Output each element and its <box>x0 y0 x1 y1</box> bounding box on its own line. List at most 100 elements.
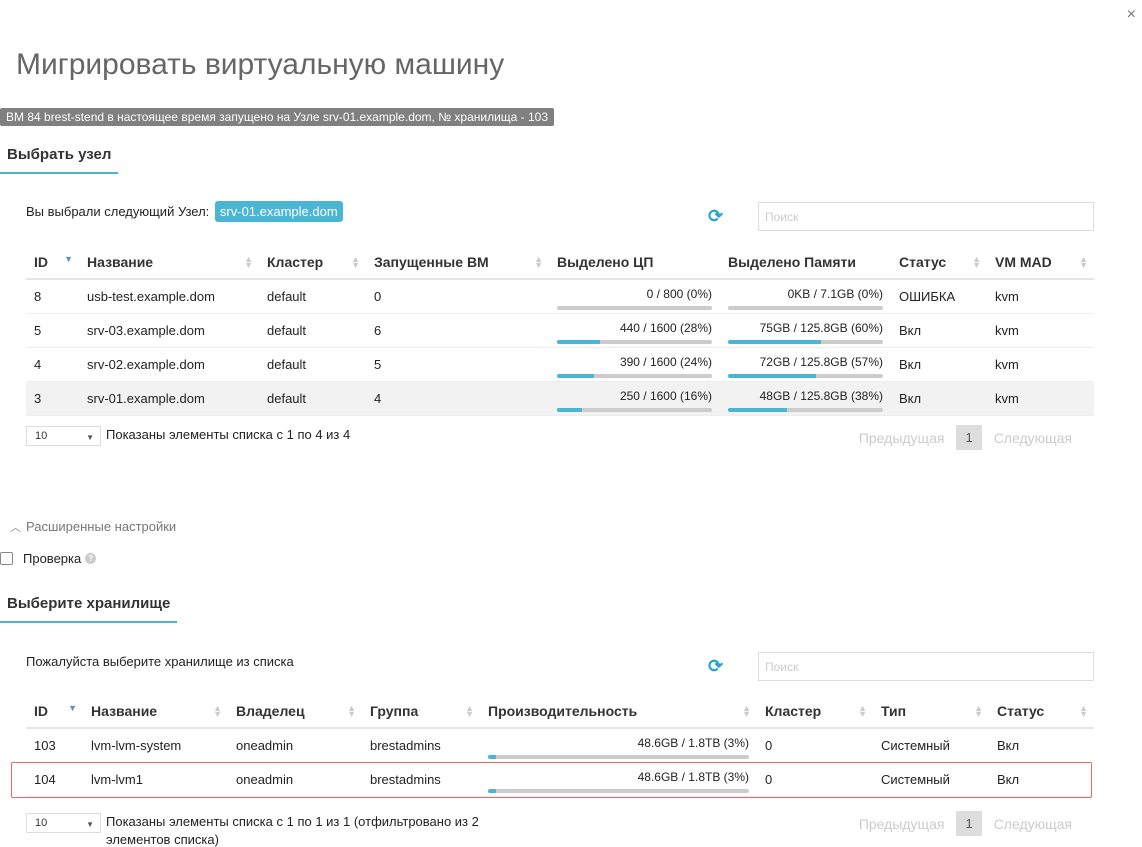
sort-icon: ▲ ▼ <box>351 254 360 270</box>
host-memory-cell: 75GB / 125.8GB (60%) <box>720 313 891 348</box>
enforce-checkbox[interactable] <box>0 552 13 565</box>
ds-owner-cell: oneadmin <box>228 762 362 797</box>
col-vm-mad[interactable]: VM MAD ▲ ▼ <box>987 245 1094 280</box>
host-memory-cell-text: 75GB / 125.8GB (60%) <box>759 320 883 335</box>
col-id[interactable]: ID ▼ <box>26 245 79 280</box>
host-cpu-cell-bar-fill <box>557 373 595 378</box>
sort-icon: ▲ ▼ <box>974 703 983 719</box>
host-memory-cell-bar-fill <box>728 339 821 344</box>
ds-page-1-button[interactable]: 1 <box>956 811 982 836</box>
host-id-cell: 5 <box>26 313 79 348</box>
host-vms-cell: 5 <box>366 347 549 382</box>
ds-capacity-cell-text: 48.6GB / 1.8TB (3%) <box>637 735 749 750</box>
check-row: Проверка ? <box>0 551 97 566</box>
host-cpu-cell-bar-fill <box>557 339 601 344</box>
ds-cluster-cell: 0 <box>757 728 873 763</box>
col-cluster[interactable]: Кластер ▲ ▼ <box>757 694 873 729</box>
host-pagination: Предыдущая 1 Следующая <box>847 425 1084 450</box>
col-cpu[interactable]: Выделено ЦП <box>549 245 720 280</box>
col-status[interactable]: Статус ▲ ▼ <box>989 694 1094 729</box>
ds-table-row[interactable]: 104 lvm-lvm1 oneadmin brestadmins 48.6GB / 1… <box>26 762 1094 797</box>
host-memory-cell-bar-fill <box>728 373 817 378</box>
col-owner[interactable]: Владелец ▲ ▼ <box>228 694 362 729</box>
ds-next-button[interactable]: Следующая <box>982 816 1084 832</box>
host-cpu-cell-text: 0 / 800 (0%) <box>646 286 712 301</box>
chevron-down-icon: ▼ <box>86 820 94 829</box>
advanced-settings-toggle[interactable]: ︿ Расширенные настройки <box>10 519 176 535</box>
host-prev-button[interactable]: Предыдущая <box>847 430 957 446</box>
host-name-cell: srv-01.example.dom <box>79 381 259 416</box>
host-table-row[interactable]: 4 srv-02.example.dom default 5 390 / 1600 (2… <box>26 347 1094 382</box>
col-name[interactable]: Название ▲ ▼ <box>79 245 259 280</box>
host-page-1-button[interactable]: 1 <box>956 425 982 450</box>
col-group[interactable]: Группа ▲ ▼ <box>362 694 480 729</box>
col-running-vms[interactable]: Запущенные ВМ ▲ ▼ <box>366 245 549 280</box>
host-memory-cell: 72GB / 125.8GB (57%) <box>720 347 891 382</box>
host-cpu-cell: 440 / 1600 (28%) <box>549 313 720 348</box>
help-icon[interactable]: ? <box>85 553 97 564</box>
selected-host-prefix: Вы выбрали следующий Узел: <box>26 204 210 219</box>
col-memory[interactable]: Выделено Памяти <box>720 245 891 280</box>
col-type[interactable]: Тип ▲ ▼ <box>873 694 989 729</box>
sort-icon: ▲ ▼ <box>534 254 543 270</box>
host-memory-cell-bar <box>728 407 883 412</box>
ds-group-cell: brestadmins <box>362 762 480 797</box>
host-table-row[interactable]: 8 usb-test.example.dom default 0 0 / 800 (0%… <box>26 279 1094 314</box>
host-memory-cell-bar <box>728 339 883 344</box>
col-id[interactable]: ID ▼ <box>26 694 83 729</box>
ds-group-cell: brestadmins <box>362 728 480 763</box>
host-vms-cell: 0 <box>366 279 549 314</box>
host-status-cell: ОШИБКА <box>891 279 987 314</box>
host-table-row[interactable]: 3 srv-01.example.dom default 4 250 / 1600 (1… <box>26 381 1094 416</box>
selected-host-text: Вы выбрали следующий Узел: srv-01.exampl… <box>26 201 343 222</box>
host-cpu-cell: 390 / 1600 (24%) <box>549 347 720 382</box>
sort-icon: ▲ ▼ <box>1079 703 1088 719</box>
col-status[interactable]: Статус ▲ ▼ <box>891 245 987 280</box>
ds-type-cell: Системный <box>873 762 989 797</box>
host-cluster-cell: default <box>259 347 366 382</box>
host-name-cell: usb-test.example.dom <box>79 279 259 314</box>
host-table-row[interactable]: 5 srv-03.example.dom default 6 440 / 1600 (2… <box>26 313 1094 348</box>
host-cpu-cell-text: 440 / 1600 (28%) <box>619 320 712 335</box>
ds-status-cell: Вкл <box>989 728 1094 763</box>
host-shown-text: Показаны элементы списка с 1 по 4 из 4 <box>106 427 351 442</box>
ds-table-row[interactable]: 103 lvm-lvm-system oneadmin brestadmins 48.6… <box>26 728 1094 763</box>
enforce-label: Проверка <box>23 551 82 566</box>
host-page-size-select[interactable]: 10 ▼ <box>26 426 101 446</box>
chevron-down-icon: ▼ <box>86 433 94 442</box>
host-table-header: ID ▼ Название ▲ ▼ Кластер ▲ ▼ Запущенные ВМ ▲ ▼… <box>26 245 1094 280</box>
refresh-icon[interactable]: ⟳ <box>708 656 723 677</box>
ds-capacity-cell-bar <box>488 788 749 793</box>
selected-host-badge: srv-01.example.dom <box>214 201 343 222</box>
host-memory-cell-bar <box>728 305 883 310</box>
host-mad-cell: kvm <box>987 347 1094 382</box>
modal-title: Мигрировать виртуальную машину <box>16 48 505 81</box>
sort-icon: ▲ ▼ <box>465 703 474 719</box>
col-name[interactable]: Название ▲ ▼ <box>83 694 228 729</box>
ds-id-cell: 103 <box>26 728 83 763</box>
col-cluster[interactable]: Кластер ▲ ▼ <box>259 245 366 280</box>
col-capacity[interactable]: Производительность ▲ ▼ <box>480 694 757 729</box>
ds-table-header: ID ▼ Название ▲ ▼ Владелец ▲ ▼ Группа ▲ ▼ Произ… <box>26 694 1094 729</box>
ds-page-size-select[interactable]: 10 ▼ <box>26 813 101 833</box>
host-status-cell: Вкл <box>891 313 987 348</box>
refresh-icon[interactable]: ⟳ <box>708 206 723 227</box>
host-status-cell: Вкл <box>891 347 987 382</box>
ds-name-cell: lvm-lvm-system <box>83 728 228 763</box>
host-memory-cell-bar <box>728 373 883 378</box>
ds-table: ID ▼ Название ▲ ▼ Владелец ▲ ▼ Группа ▲ ▼ Произ… <box>26 694 1094 797</box>
host-id-cell: 4 <box>26 347 79 382</box>
host-search-input[interactable] <box>758 202 1094 231</box>
ds-status-cell: Вкл <box>989 762 1094 797</box>
host-cpu-cell-text: 250 / 1600 (16%) <box>619 388 712 403</box>
ds-search-input[interactable] <box>758 652 1094 681</box>
close-icon[interactable]: × <box>1127 6 1136 24</box>
ds-type-cell: Системный <box>873 728 989 763</box>
sort-desc-icon: ▼ <box>64 254 73 264</box>
sort-icon: ▲ ▼ <box>213 703 222 719</box>
ds-capacity-cell: 48.6GB / 1.8TB (3%) <box>480 728 757 763</box>
host-next-button[interactable]: Следующая <box>982 430 1084 446</box>
host-cluster-cell: default <box>259 279 366 314</box>
sort-desc-icon: ▼ <box>68 703 77 713</box>
ds-prev-button[interactable]: Предыдущая <box>847 816 957 832</box>
